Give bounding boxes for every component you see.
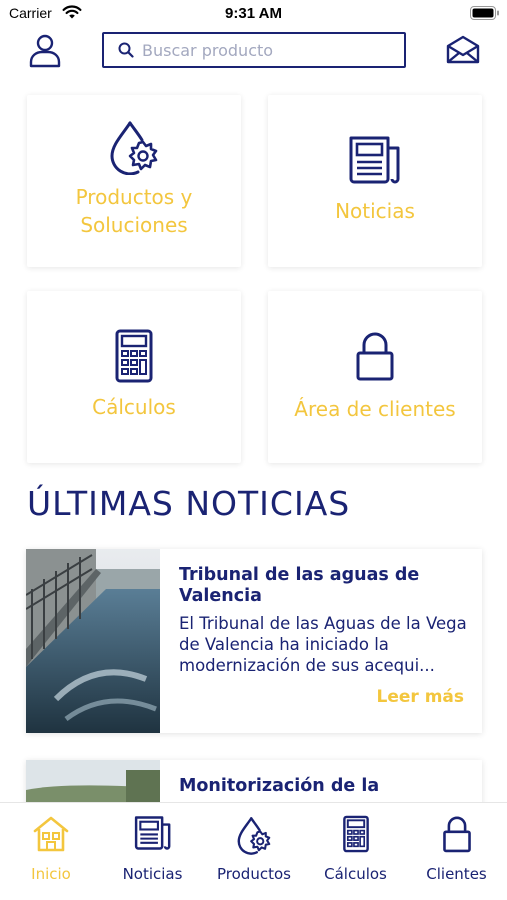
news-image [26, 549, 160, 733]
water-drop-gear-icon [237, 817, 271, 855]
tile-productos[interactable]: Productos y Soluciones [27, 95, 241, 267]
tab-label: Productos [217, 865, 291, 883]
tab-label: Inicio [31, 865, 71, 883]
calculator-icon [342, 815, 369, 853]
news-title: Tribunal de las aguas de Valencia [179, 565, 420, 606]
tab-calculos[interactable]: Cálculos [305, 803, 406, 900]
news-title: Monitorización de la [179, 776, 380, 796]
tab-label: Noticias [122, 865, 183, 883]
tab-clientes[interactable]: Clientes [406, 803, 507, 900]
battery-icon [470, 6, 499, 20]
tab-inicio[interactable]: Inicio [0, 803, 102, 900]
search-input[interactable] [142, 38, 398, 62]
tab-noticias[interactable]: Noticias [102, 803, 203, 900]
search-icon [118, 42, 134, 58]
calculator-icon [115, 329, 153, 383]
search-bar[interactable] [102, 32, 406, 68]
latest-news-title: ÚLTIMAS NOTICIAS [27, 484, 351, 523]
status-time: 9:31 AM [225, 5, 282, 22]
tile-noticias[interactable]: Noticias [268, 95, 482, 267]
status-bar: Carrier 9:31 AM [0, 0, 507, 28]
tile-label: Productos y Soluciones [75, 185, 193, 237]
tab-label: Cálculos [324, 865, 387, 883]
home-icon [33, 816, 69, 852]
water-drop-gear-icon [110, 121, 158, 175]
mail-icon[interactable] [445, 35, 481, 65]
tile-label: Área de clientes [294, 397, 456, 421]
tab-bar: Inicio Noticias Productos Cálculos Clien… [0, 802, 507, 900]
tile-label: Noticias [335, 199, 415, 223]
news-excerpt: El Tribunal de las Aguas de la Vega de V… [179, 614, 467, 675]
newspaper-icon [134, 816, 170, 850]
newspaper-icon [349, 136, 400, 184]
tile-label: Cálculos [92, 395, 176, 419]
tab-productos[interactable]: Productos [203, 803, 305, 900]
news-card[interactable]: Tribunal de las aguas de Valencia El Tri… [26, 549, 482, 733]
lock-icon [356, 332, 394, 381]
user-icon[interactable] [27, 32, 63, 68]
tile-calculos[interactable]: Cálculos [27, 291, 241, 463]
tab-label: Clientes [426, 865, 487, 883]
lock-icon [442, 816, 471, 853]
tile-area-clientes[interactable]: Área de clientes [268, 291, 482, 463]
read-more-link[interactable]: Leer más [377, 687, 465, 707]
